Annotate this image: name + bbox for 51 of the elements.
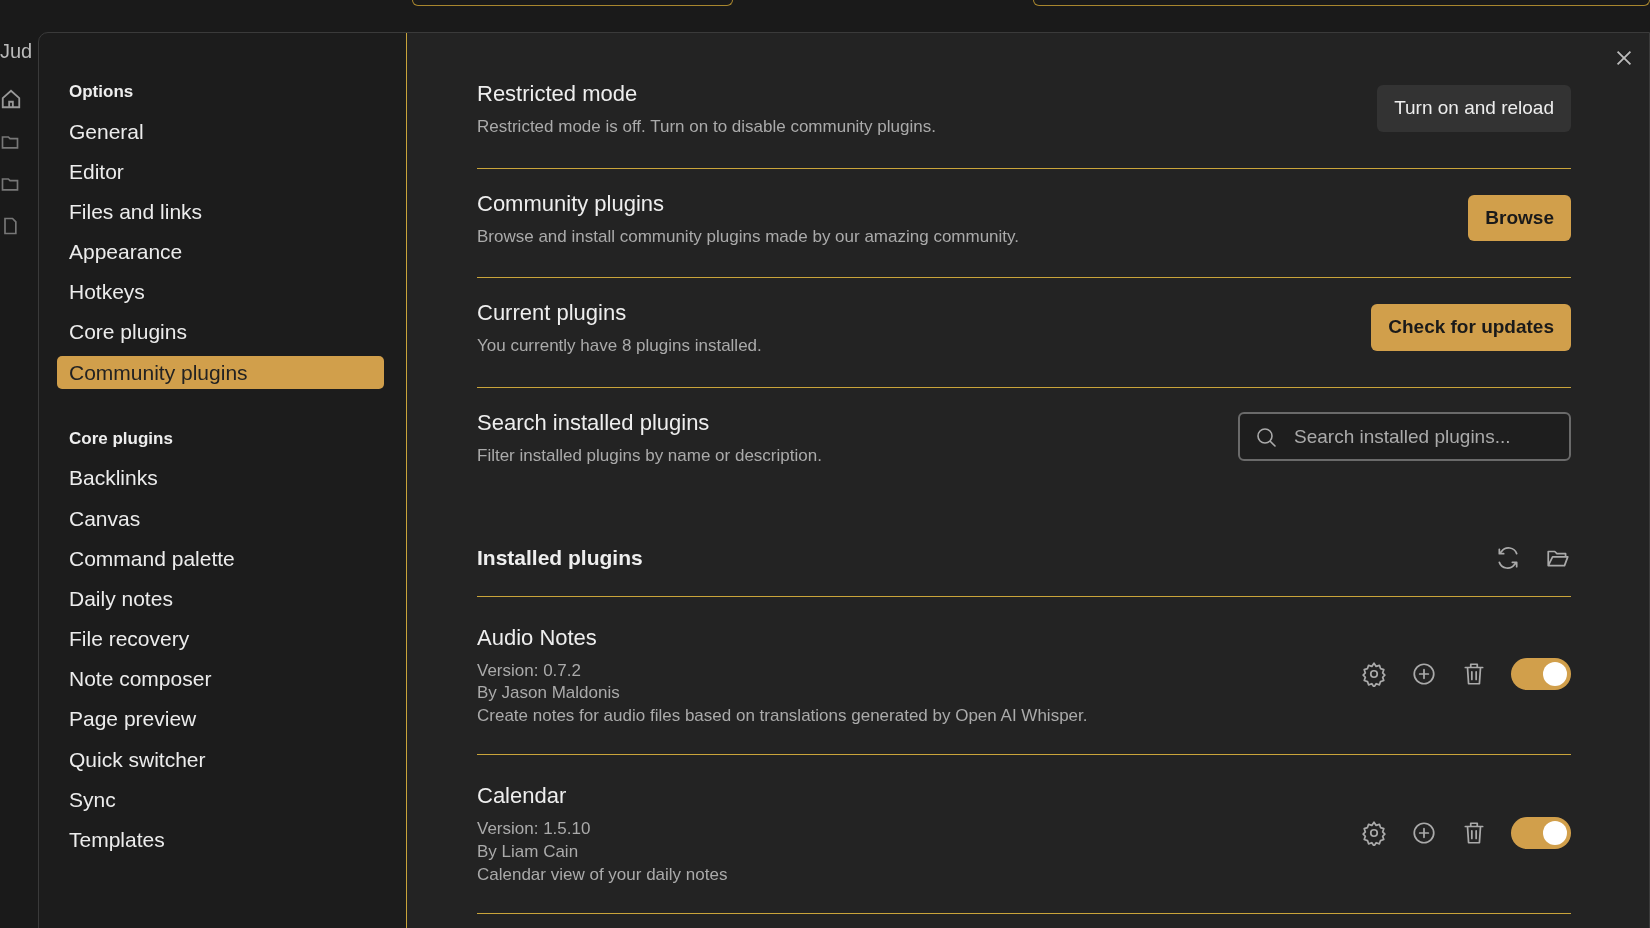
setting-title: Restricted mode	[477, 80, 639, 108]
plugin-version: Version: 0.7.2	[477, 659, 582, 682]
sidebar-item[interactable]: Community plugins	[57, 355, 384, 389]
sidebar-item[interactable]: Canvas	[57, 501, 384, 535]
setting-title: Community plugins	[477, 189, 666, 218]
sidebar-item[interactable]: General	[57, 114, 384, 148]
sidebar-item[interactable]: Files and links	[57, 194, 384, 229]
section-heading: Core plugins	[68, 427, 174, 450]
plugin-version: Version: 1.5.10	[477, 818, 592, 841]
toggle-switch[interactable]	[1511, 658, 1571, 691]
sidebar-item[interactable]: Note composer	[57, 662, 384, 696]
action-button[interactable]: Check for updates	[1371, 304, 1571, 351]
reload-icon[interactable]	[1495, 544, 1521, 571]
trash-icon[interactable]	[1461, 820, 1487, 847]
sidebar-item[interactable]: Command palette	[57, 541, 384, 575]
plugin-description: Calendar view of your daily notes	[477, 864, 728, 887]
sidebar-item[interactable]: Appearance	[57, 235, 384, 269]
trash-icon[interactable]	[1461, 661, 1487, 688]
plugin-author: By Liam Cain	[477, 841, 580, 864]
action-button[interactable]: Browse	[1468, 194, 1571, 241]
home-icon[interactable]	[0, 88, 22, 110]
plugin-description: Create notes for audio files based on translations generated by Open AI Whisper.	[477, 705, 1088, 728]
sidebar-item[interactable]: Daily notes	[57, 581, 384, 616]
vault-name: Jud	[0, 39, 33, 64]
action-button[interactable]: Turn on and reload	[1377, 85, 1571, 132]
sidebar-item[interactable]: Hotkeys	[57, 275, 384, 309]
setting-description: Browse and install community plugins made by our amazing community.	[477, 225, 1020, 248]
search-field[interactable]: Search installed plugins...	[1238, 412, 1571, 462]
setting-description: You currently have 8 plugins installed.	[477, 335, 762, 357]
setting-description: Filter installed plugins by name or description.	[477, 444, 822, 467]
section-heading: Options	[68, 81, 135, 103]
sidebar-item[interactable]: Editor	[57, 154, 384, 188]
sidebar-item[interactable]: Templates	[57, 823, 384, 857]
sidebar-item[interactable]: File recovery	[57, 622, 384, 656]
sidebar-item[interactable]: Backlinks	[57, 461, 384, 495]
plugin-author: By Jason Maldonis	[477, 682, 621, 705]
setting-title: Search installed plugins	[477, 408, 711, 437]
plugin-name: Calendar	[477, 782, 568, 811]
settings-icon[interactable]	[1361, 820, 1387, 847]
settings-icon[interactable]	[1361, 661, 1387, 688]
sidebar-item[interactable]: Quick switcher	[57, 742, 384, 776]
sidebar-item[interactable]: Page preview	[57, 702, 384, 736]
setting-description: Restricted mode is off. Turn on to disable community plugins.	[477, 116, 936, 138]
add-icon[interactable]	[1411, 820, 1437, 847]
sidebar-item[interactable]: Core plugins	[57, 315, 384, 349]
section-heading: Installed plugins	[477, 545, 643, 571]
plugin-name: Audio Notes	[477, 623, 598, 652]
setting-title: Current plugins	[477, 299, 628, 327]
toggle-switch[interactable]	[1511, 817, 1571, 850]
add-icon[interactable]	[1411, 661, 1437, 688]
sidebar-item[interactable]: Sync	[57, 782, 384, 816]
